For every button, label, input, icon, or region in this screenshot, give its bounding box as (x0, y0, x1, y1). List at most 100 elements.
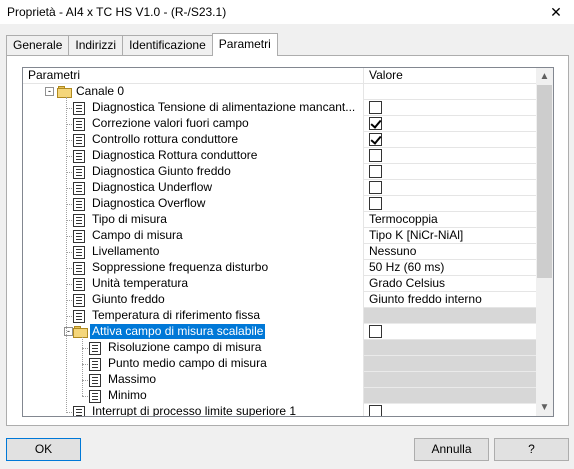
param-label: Diagnostica Overflow (92, 196, 206, 210)
tree-connector (66, 140, 72, 141)
value-checkbox[interactable] (369, 117, 382, 130)
param-label: Livellamento (92, 244, 160, 258)
param-name-cell[interactable]: Diagnostica Tensione di alimentazione ma… (23, 100, 364, 116)
title-bar: Proprietà - AI4 x TC HS V1.0 - (R-/S23.1… (0, 0, 574, 24)
table-row[interactable]: Tipo di misura Termocoppia (23, 212, 536, 228)
table-row[interactable]: Risoluzione campo di misura (23, 340, 536, 356)
value-checkbox[interactable] (369, 181, 382, 194)
param-value-cell[interactable] (364, 84, 536, 100)
scroll-down-icon[interactable]: ▼ (536, 399, 553, 416)
param-name-cell[interactable]: Soppressione frequenza disturbo (23, 260, 364, 276)
tree-connector (82, 348, 88, 349)
parameter-icon (89, 342, 101, 355)
ok-button[interactable]: OK (6, 438, 81, 461)
tab-indirizzi[interactable]: Indirizzi (68, 35, 124, 55)
parameter-icon (89, 374, 101, 387)
table-row[interactable]: Controllo rottura conduttore (23, 132, 536, 148)
param-name-cell[interactable]: Livellamento (23, 244, 364, 260)
param-value-cell[interactable] (364, 116, 536, 132)
table-row[interactable]: Massimo (23, 372, 536, 388)
parameter-icon (73, 262, 85, 275)
scroll-up-icon[interactable]: ▲ (536, 68, 553, 85)
table-row[interactable]: Interrupt di processo limite superiore 1 (23, 404, 536, 416)
param-value-cell[interactable]: Nessuno (364, 244, 536, 260)
param-value-cell[interactable]: Giunto freddo interno (364, 292, 536, 308)
param-value-cell[interactable]: Termocoppia (364, 212, 536, 228)
param-name-cell[interactable]: Diagnostica Underflow (23, 180, 364, 196)
value-checkbox[interactable] (369, 325, 382, 338)
param-name-cell[interactable]: Campo di misura (23, 228, 364, 244)
table-row[interactable]: Diagnostica Rottura conduttore (23, 148, 536, 164)
param-value-cell[interactable] (364, 100, 536, 116)
folder-icon (57, 86, 73, 98)
param-name-cell[interactable]: Massimo (23, 372, 364, 388)
table-row[interactable]: Giunto freddo Giunto freddo interno (23, 292, 536, 308)
column-header-parametri[interactable]: Parametri (23, 68, 364, 83)
param-name-cell[interactable]: Correzione valori fuori campo (23, 116, 364, 132)
table-row[interactable]: - Canale 0 (23, 84, 536, 100)
value-checkbox[interactable] (369, 165, 382, 178)
value-checkbox[interactable] (369, 405, 382, 416)
param-value-cell[interactable] (364, 324, 536, 340)
param-name-cell[interactable]: Diagnostica Giunto freddo (23, 164, 364, 180)
param-name-cell[interactable]: Giunto freddo (23, 292, 364, 308)
column-header-valore[interactable]: Valore (364, 68, 536, 83)
collapse-icon[interactable]: - (45, 87, 54, 96)
param-value-cell[interactable] (364, 148, 536, 164)
table-row[interactable]: Minimo (23, 388, 536, 404)
param-name-cell[interactable]: Controllo rottura conduttore (23, 132, 364, 148)
tree-connector (66, 220, 72, 221)
param-name-cell[interactable]: Unità temperatura (23, 276, 364, 292)
table-row[interactable]: Soppressione frequenza disturbo 50 Hz (60… (23, 260, 536, 276)
param-name-cell[interactable]: Risoluzione campo di misura (23, 340, 364, 356)
tab-parametri[interactable]: Parametri (211, 33, 278, 56)
param-value-cell[interactable]: 50 Hz (60 ms) (364, 260, 536, 276)
help-button[interactable]: ? (494, 438, 569, 461)
table-row[interactable]: Correzione valori fuori campo (23, 116, 536, 132)
param-name-cell[interactable]: Minimo (23, 388, 364, 404)
tab-strip: Generale Indirizzi Identificazione Param… (6, 33, 278, 56)
table-row[interactable]: Punto medio campo di misura (23, 356, 536, 372)
table-row[interactable]: Campo di misura Tipo K [NiCr-NiAl] (23, 228, 536, 244)
scroll-thumb[interactable] (537, 85, 552, 278)
param-label: Massimo (108, 372, 157, 386)
param-name-cell[interactable]: Tipo di misura (23, 212, 364, 228)
table-row[interactable]: - Attiva campo di misura scalabile (23, 324, 536, 340)
value-checkbox[interactable] (369, 133, 382, 146)
table-row[interactable]: Diagnostica Overflow (23, 196, 536, 212)
value-text: Tipo K [NiCr-NiAl] (369, 228, 464, 242)
table-row[interactable]: Unità temperatura Grado Celsius (23, 276, 536, 292)
param-value-cell[interactable]: Grado Celsius (364, 276, 536, 292)
value-checkbox[interactable] (369, 101, 382, 114)
table-row[interactable]: Livellamento Nessuno (23, 244, 536, 260)
tab-generale[interactable]: Generale (6, 35, 70, 55)
param-name-cell[interactable]: Temperatura di riferimento fissa (23, 308, 364, 324)
table-row[interactable]: Diagnostica Giunto freddo (23, 164, 536, 180)
param-value-cell[interactable] (364, 132, 536, 148)
tree-connector (66, 156, 72, 157)
table-row[interactable]: Diagnostica Underflow (23, 180, 536, 196)
tab-identificazione[interactable]: Identificazione (122, 35, 213, 55)
parameter-icon (89, 390, 101, 403)
param-value-cell[interactable] (364, 404, 536, 416)
value-checkbox[interactable] (369, 149, 382, 162)
param-name-cell[interactable]: - Attiva campo di misura scalabile (23, 324, 364, 340)
tree-connector (66, 124, 72, 125)
param-name-cell[interactable]: Diagnostica Overflow (23, 196, 364, 212)
param-value-cell[interactable]: Tipo K [NiCr-NiAl] (364, 228, 536, 244)
param-value-cell (364, 356, 536, 372)
param-name-cell[interactable]: Interrupt di processo limite superiore 1 (23, 404, 364, 416)
param-name-cell[interactable]: Punto medio campo di misura (23, 356, 364, 372)
table-row[interactable]: Temperatura di riferimento fissa (23, 308, 536, 324)
param-name-cell[interactable]: Diagnostica Rottura conduttore (23, 148, 364, 164)
close-icon[interactable]: ✕ (546, 3, 566, 21)
table-row[interactable]: Diagnostica Tensione di alimentazione ma… (23, 100, 536, 116)
param-value-cell[interactable] (364, 196, 536, 212)
param-name-cell[interactable]: - Canale 0 (23, 84, 364, 100)
cancel-button[interactable]: Annulla (414, 438, 489, 461)
param-value-cell[interactable] (364, 164, 536, 180)
vertical-scrollbar[interactable]: ▲ ▼ (536, 68, 553, 416)
window-title: Proprietà - AI4 x TC HS V1.0 - (R-/S23.1… (7, 5, 227, 19)
param-value-cell[interactable] (364, 180, 536, 196)
value-checkbox[interactable] (369, 197, 382, 210)
